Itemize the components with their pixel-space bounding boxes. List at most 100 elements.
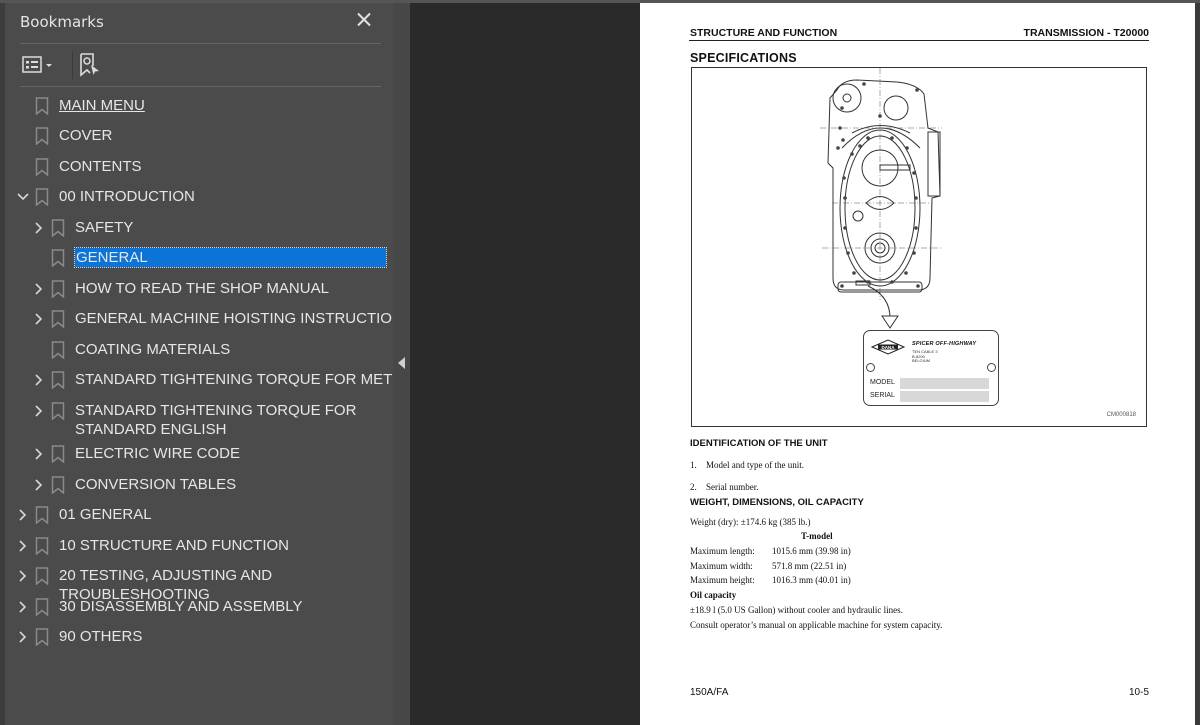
bookmark-label[interactable]: STANDARD TIGHTENING TORQUE FOR METRIC bbox=[75, 370, 418, 389]
bookmark-label[interactable]: 01 GENERAL bbox=[59, 505, 152, 524]
bookmarks-toolbar bbox=[20, 51, 380, 81]
bookmark-item[interactable]: CONTENTS bbox=[5, 154, 393, 180]
bookmark-label[interactable]: COATING MATERIALS bbox=[75, 340, 230, 359]
chevron-right-icon[interactable] bbox=[33, 372, 45, 388]
scrollbar-track[interactable] bbox=[1195, 3, 1200, 725]
bookmark-label[interactable]: 90 OTHERS bbox=[59, 627, 142, 646]
dana-logo: DANA bbox=[870, 339, 906, 355]
dimension-row: Maximum height: 1016.3 mm (40.01 in) bbox=[690, 575, 851, 585]
bookmark-label[interactable]: CONTENTS bbox=[59, 157, 142, 176]
bookmark-item[interactable]: STANDARD TIGHTENING TORQUE FOR STANDARD … bbox=[5, 398, 393, 438]
dimension-value: 1016.3 mm (40.01 in) bbox=[772, 575, 851, 585]
bookmark-label[interactable]: 10 STRUCTURE AND FUNCTION bbox=[59, 536, 289, 555]
dimension-value: 571.8 mm (22.51 in) bbox=[772, 561, 847, 571]
dimension-label: Maximum width: bbox=[690, 561, 753, 571]
plate-hole-left bbox=[866, 363, 875, 372]
bookmark-label[interactable]: CONVERSION TABLES bbox=[75, 475, 236, 494]
toolbar-divider bbox=[20, 86, 381, 87]
chevron-right-icon[interactable] bbox=[33, 403, 45, 419]
bookmark-item[interactable]: COATING MATERIALS bbox=[5, 337, 393, 363]
chevron-right-icon[interactable] bbox=[33, 220, 45, 236]
item-text: Model and type of the unit. bbox=[706, 460, 804, 470]
bookmark-item[interactable]: ELECTRIC WIRE CODE bbox=[5, 441, 393, 467]
bookmark-item[interactable]: GENERAL bbox=[5, 245, 393, 271]
bookmark-item[interactable]: STANDARD TIGHTENING TORQUE FOR METRIC bbox=[5, 367, 418, 393]
bookmark-item[interactable]: 90 OTHERS bbox=[5, 624, 393, 650]
bookmark-item[interactable]: SAFETY bbox=[5, 215, 393, 241]
bookmark-label[interactable]: COVER bbox=[59, 126, 112, 145]
options-menu-button[interactable] bbox=[22, 51, 58, 79]
list-options-icon bbox=[22, 56, 52, 73]
weights-heading: WEIGHT, DIMENSIONS, OIL CAPACITY bbox=[690, 497, 864, 508]
plate-model-label: MODEL bbox=[870, 379, 895, 386]
bookmark-label[interactable]: MAIN MENU bbox=[59, 96, 145, 115]
bookmark-label[interactable]: HOW TO READ THE SHOP MANUAL bbox=[75, 279, 329, 298]
bookmark-icon bbox=[51, 341, 65, 360]
chevron-right-icon[interactable] bbox=[17, 507, 29, 523]
bookmark-label[interactable]: 30 DISASSEMBLY AND ASSEMBLY bbox=[59, 597, 302, 616]
bookmark-item[interactable]: 00 INTRODUCTION bbox=[5, 184, 393, 210]
oil-text: ±18.9 l (5.0 US Gallon) without cooler a… bbox=[690, 605, 903, 615]
chevron-right-icon[interactable] bbox=[17, 629, 29, 645]
close-bookmarks-icon[interactable] bbox=[353, 9, 375, 31]
model-heading: T-model bbox=[801, 531, 833, 541]
consult-text: Consult operator’s manual on applicable … bbox=[690, 620, 943, 630]
chevron-right-icon[interactable] bbox=[33, 446, 45, 462]
plate-hole-right bbox=[987, 363, 996, 372]
dimension-label: Maximum length: bbox=[690, 546, 755, 556]
bookmarks-title: Bookmarks bbox=[20, 13, 104, 31]
bookmarks-panel: Bookmarks MAIN MENU COVER CONTENTS 00 INTRO… bbox=[5, 3, 418, 725]
bookmark-icon bbox=[35, 127, 49, 146]
item-text: Serial number. bbox=[706, 482, 759, 492]
bookmark-icon bbox=[35, 188, 49, 207]
identification-item: 2. Serial number. bbox=[690, 482, 759, 492]
identification-heading: IDENTIFICATION OF THE UNIT bbox=[690, 438, 828, 449]
bookmark-item[interactable]: CONVERSION TABLES bbox=[5, 472, 393, 498]
chevron-right-icon[interactable] bbox=[17, 568, 29, 584]
bookmark-item[interactable]: 30 DISASSEMBLY AND ASSEMBLY bbox=[5, 594, 393, 620]
find-current-bookmark-button[interactable] bbox=[78, 51, 104, 79]
page-number: 10-5 bbox=[1128, 687, 1149, 698]
bookmark-label[interactable]: GENERAL bbox=[74, 247, 387, 268]
chevron-down-icon[interactable] bbox=[17, 189, 29, 205]
bookmark-icon bbox=[35, 537, 49, 556]
bookmark-icon bbox=[51, 310, 65, 329]
bookmark-item[interactable]: HOW TO READ THE SHOP MANUAL bbox=[5, 276, 393, 302]
bookmark-item[interactable]: MAIN MENU bbox=[5, 93, 393, 119]
bookmark-label[interactable]: ELECTRIC WIRE CODE bbox=[75, 444, 240, 463]
bookmark-item[interactable]: 20 TESTING, ADJUSTING AND TROUBLESHOOTIN… bbox=[5, 563, 393, 603]
bookmark-icon bbox=[51, 445, 65, 464]
bookmark-item[interactable]: 01 GENERAL bbox=[5, 502, 393, 528]
bookmark-item[interactable]: 10 STRUCTURE AND FUNCTION bbox=[5, 533, 393, 559]
chevron-right-icon[interactable] bbox=[33, 281, 45, 297]
bookmark-icon bbox=[51, 476, 65, 495]
chevron-right-icon[interactable] bbox=[33, 477, 45, 493]
bookmark-label[interactable]: 00 INTRODUCTION bbox=[59, 187, 195, 206]
bookmark-label[interactable]: GENERAL MACHINE HOISTING INSTRUCTIONS bbox=[75, 309, 413, 328]
panel-splitter[interactable] bbox=[393, 3, 410, 725]
find-current-bookmark-icon bbox=[80, 53, 99, 77]
collapse-panel-icon[interactable] bbox=[398, 357, 405, 369]
item-number: 2. bbox=[690, 482, 697, 492]
bookmark-label[interactable]: STANDARD TIGHTENING TORQUE FOR STANDARD … bbox=[75, 401, 375, 439]
toolbar-separator bbox=[72, 51, 73, 79]
dimension-value: 1015.6 mm (39.98 in) bbox=[772, 546, 851, 556]
page-header-right: TRANSMISSION - T20000 bbox=[1023, 27, 1149, 39]
nameplate: DANA SPICER OFF-HIGHWAY TEN CABLE 3 B-82… bbox=[863, 330, 999, 406]
chevron-right-icon[interactable] bbox=[17, 538, 29, 554]
plate-model-field bbox=[900, 378, 989, 389]
bookmark-icon bbox=[35, 598, 49, 617]
bookmark-label[interactable]: SAFETY bbox=[75, 218, 133, 237]
oil-heading: Oil capacity bbox=[690, 590, 737, 600]
bookmark-icon bbox=[51, 402, 65, 421]
chevron-right-icon[interactable] bbox=[33, 311, 45, 327]
identification-item: 1. Model and type of the unit. bbox=[690, 460, 804, 470]
bookmark-item[interactable]: COVER bbox=[5, 123, 393, 149]
header-rule bbox=[689, 40, 1149, 41]
bookmark-item[interactable]: GENERAL MACHINE HOISTING INSTRUCTIONS bbox=[5, 306, 413, 332]
bookmark-icon bbox=[35, 567, 49, 586]
figure-code: CM000818 bbox=[1106, 412, 1136, 418]
bookmark-icon bbox=[51, 280, 65, 299]
document-page: STRUCTURE AND FUNCTION TRANSMISSION - T2… bbox=[640, 3, 1195, 725]
chevron-right-icon[interactable] bbox=[17, 599, 29, 615]
